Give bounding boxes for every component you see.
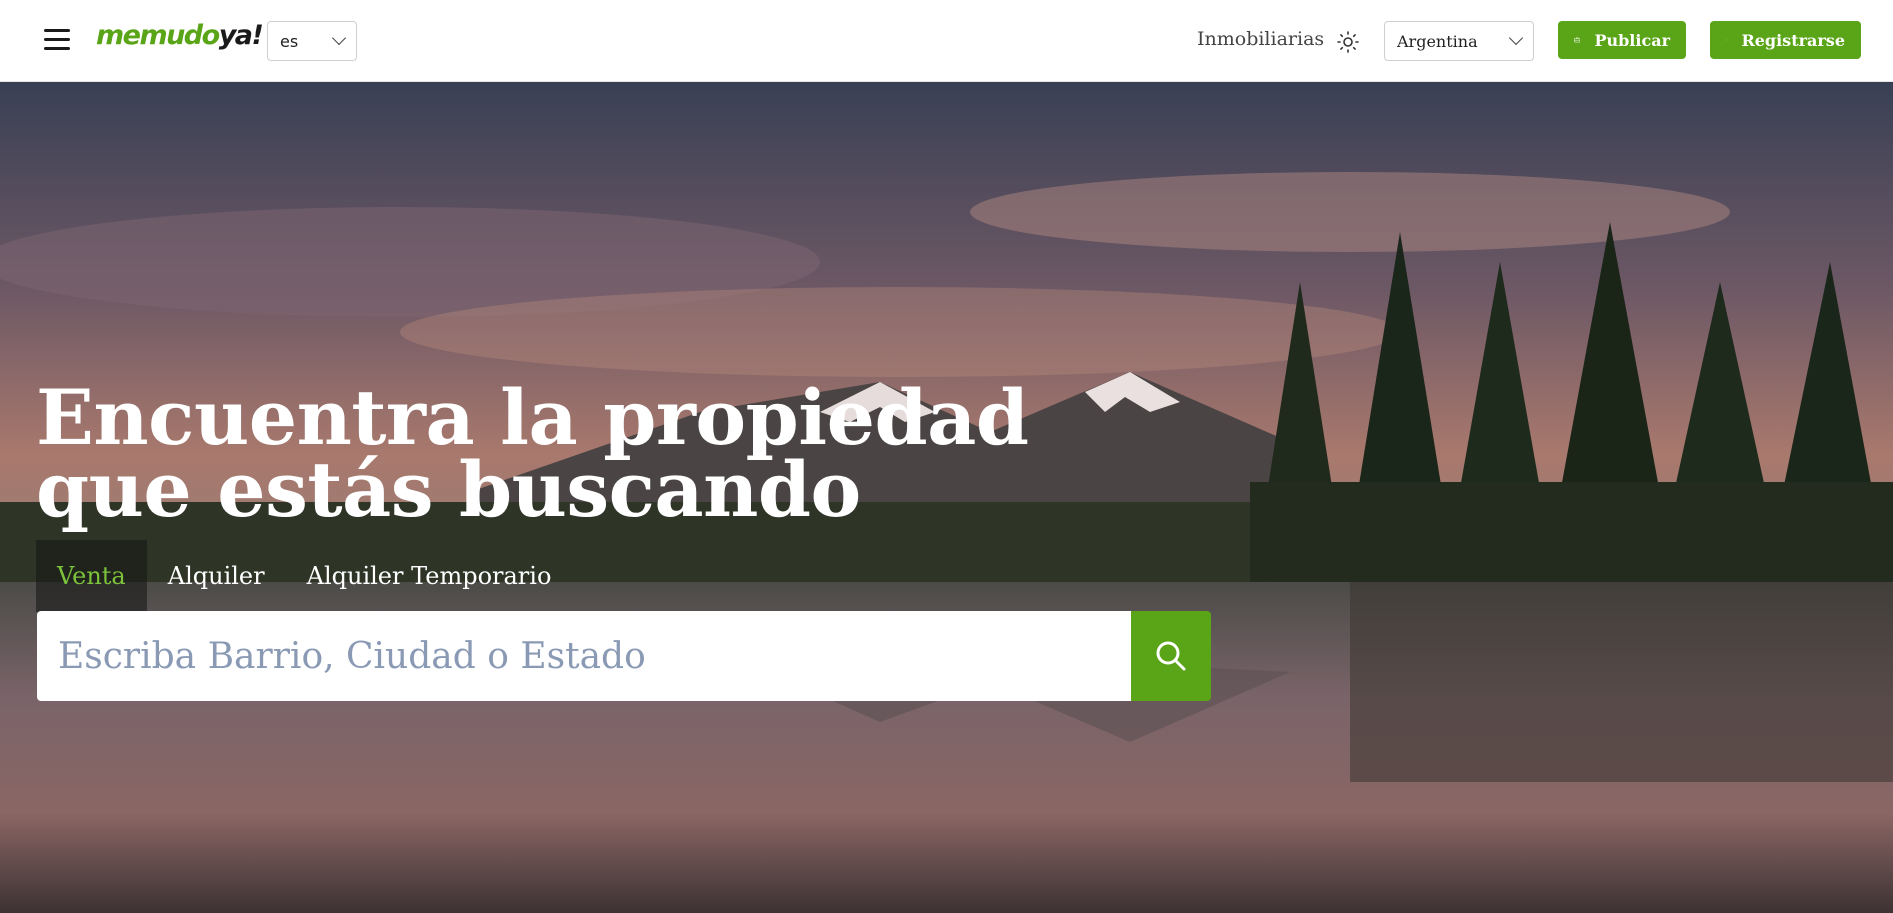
hero-title-line-1: Encuentra la propiedad <box>36 373 1029 462</box>
location-search-box <box>37 611 1131 701</box>
country-value: Argentina <box>1397 31 1478 51</box>
language-value: es <box>280 31 299 51</box>
publish-label: Publicar <box>1594 30 1670 50</box>
publish-button[interactable]: Publicar <box>1558 21 1686 59</box>
register-label: Registrarse <box>1741 30 1845 50</box>
site-logo[interactable]: memudoya! <box>96 20 264 51</box>
briefcase-icon <box>1574 37 1581 43</box>
country-select[interactable]: Argentina <box>1384 21 1534 61</box>
search-icon <box>1156 641 1186 671</box>
hero-section: Encuentra la propiedad que estás buscand… <box>0 82 1893 913</box>
operation-tabs: Venta Alquiler Alquiler Temporario <box>36 540 572 612</box>
hero-title-line-2: que estás buscando <box>36 445 861 534</box>
chevron-down-icon <box>331 30 347 46</box>
sun-icon[interactable] <box>1336 30 1360 54</box>
language-select[interactable]: es <box>267 21 357 61</box>
login-icon <box>1726 39 1728 41</box>
tab-alquiler-temporario[interactable]: Alquiler Temporario <box>286 540 573 612</box>
hamburger-menu-icon[interactable] <box>44 29 70 51</box>
location-search-input[interactable] <box>58 635 1131 677</box>
register-button[interactable]: Registrarse <box>1710 21 1861 59</box>
inmobiliarias-link[interactable]: Inmobiliarias <box>1197 28 1324 50</box>
tab-alquiler[interactable]: Alquiler <box>147 540 286 612</box>
hero-title: Encuentra la propiedad que estás buscand… <box>36 373 1029 534</box>
search-button[interactable] <box>1131 611 1211 701</box>
chevron-down-icon <box>1508 30 1524 46</box>
top-navbar: memudoya! es Inmobiliarias Argentina Pub… <box>0 0 1893 82</box>
tab-venta[interactable]: Venta <box>36 540 147 612</box>
